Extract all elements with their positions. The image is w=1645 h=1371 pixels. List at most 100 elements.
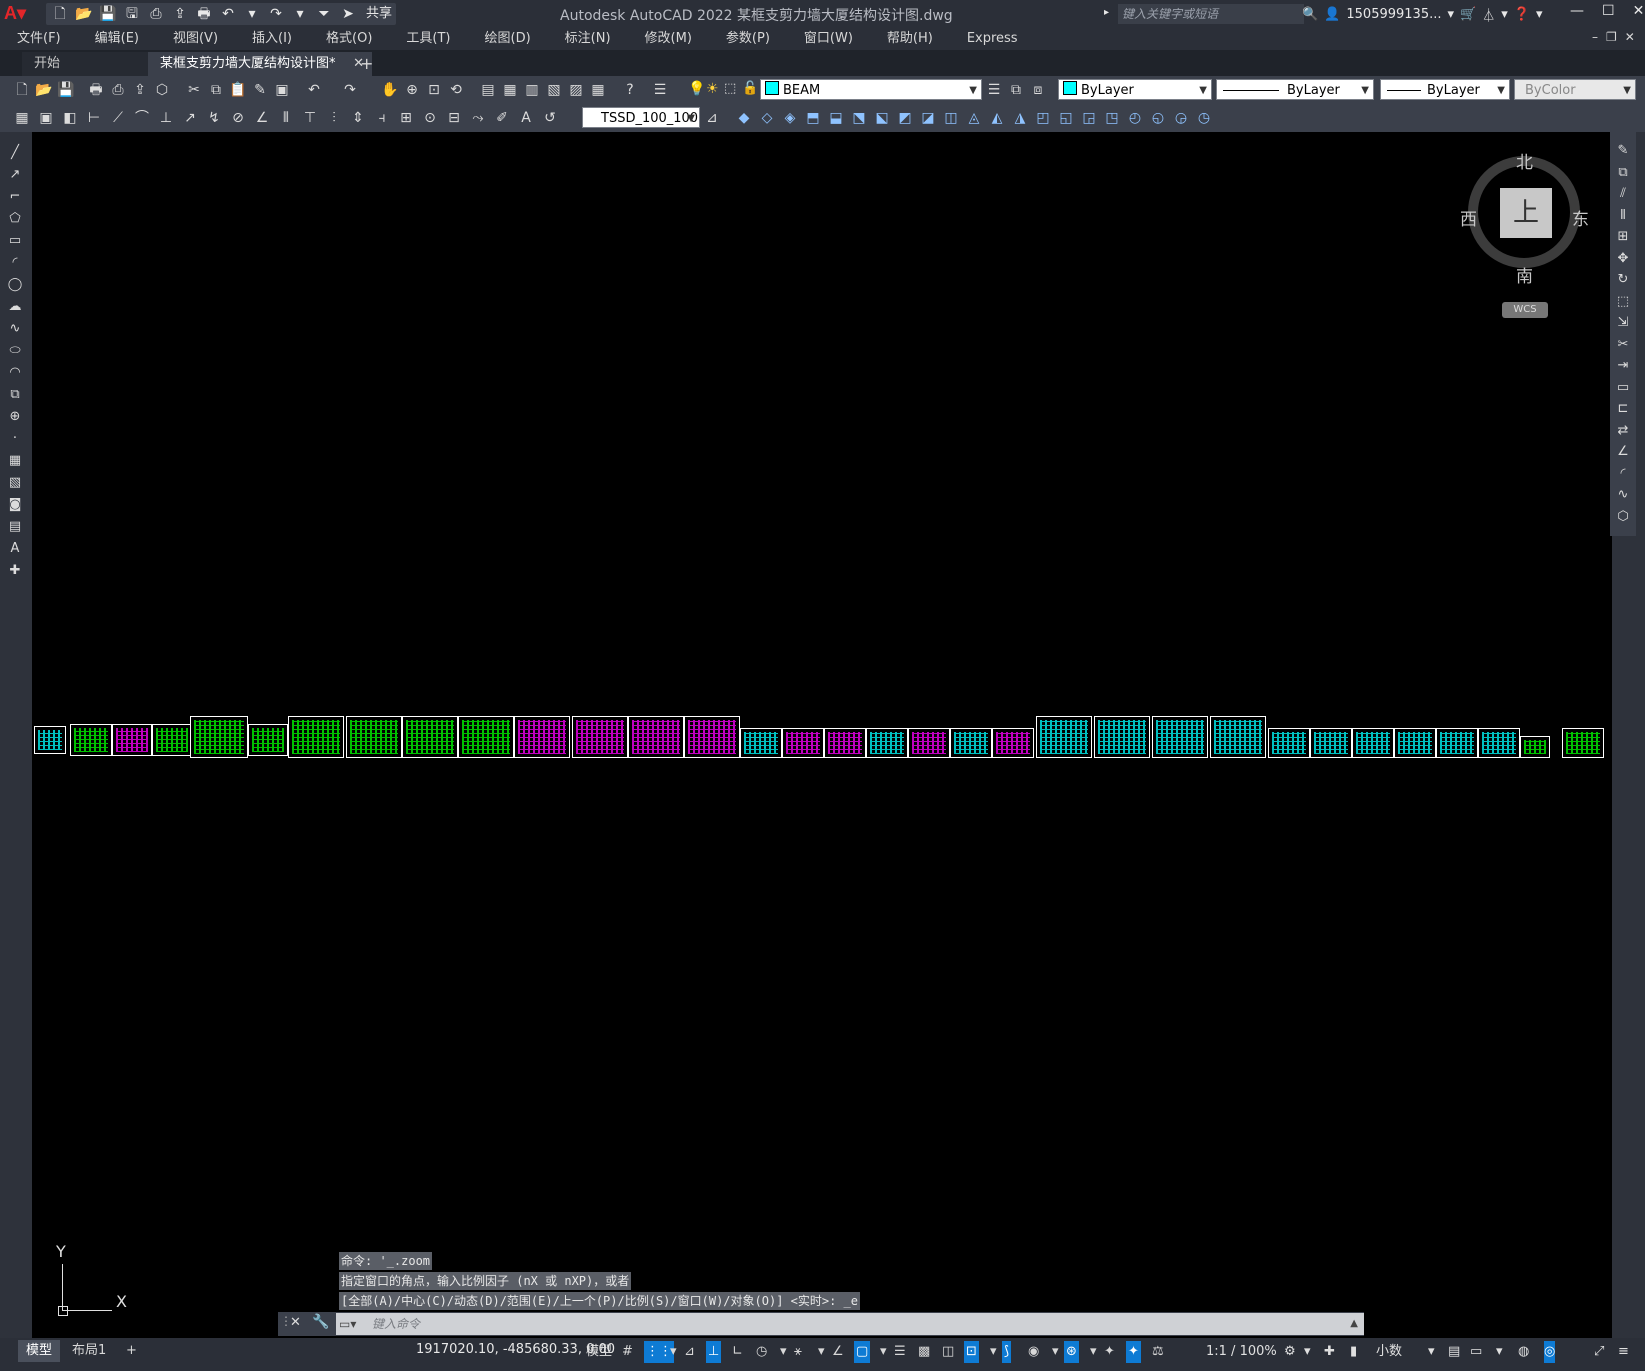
drawing-sheet[interactable]	[1268, 728, 1310, 758]
menu-view[interactable]: 视图(V)	[156, 28, 235, 50]
polygon-icon[interactable]: ⬠	[4, 208, 26, 230]
tolerance-icon[interactable]: ⊞	[396, 108, 416, 128]
layer-on-icon[interactable]: 💡	[688, 81, 705, 97]
block-editor-icon[interactable]: ▣	[272, 80, 292, 100]
drawing-sheet[interactable]	[572, 716, 628, 758]
publish-icon[interactable]: ⇪	[130, 80, 150, 100]
drawing-sheet[interactable]	[866, 728, 908, 758]
tab-start[interactable]: 开始	[22, 52, 166, 76]
fillet-edge-icon[interactable]: ◲	[1079, 108, 1099, 128]
drawing-sheet[interactable]	[1310, 728, 1352, 758]
menu-parametric[interactable]: 参数(P)	[709, 28, 787, 50]
move-icon[interactable]: ✥	[1612, 248, 1634, 270]
layout-tab-layout1[interactable]: 布局1	[64, 1340, 114, 1362]
drawing-sheet[interactable]	[950, 728, 992, 758]
drawing-sheet[interactable]	[1152, 716, 1208, 758]
lineweight-dropdown[interactable]: ByLayer ▼	[1380, 79, 1510, 100]
menu-draw[interactable]: 绘图(D)	[468, 28, 548, 50]
explode-icon[interactable]: ⬡	[1612, 506, 1634, 528]
new-file-icon[interactable]: 🗋	[50, 3, 70, 25]
menu-tools[interactable]: 工具(T)	[389, 28, 467, 50]
open-web-icon[interactable]: ⇪	[170, 3, 190, 25]
infer-constraints[interactable]: ⊿	[682, 1341, 697, 1363]
table-icon[interactable]: ▤	[4, 516, 26, 538]
extrude-icon[interactable]: ⬒	[803, 108, 823, 128]
array-icon[interactable]: ⊞	[1612, 226, 1634, 248]
menu-help[interactable]: 帮助(H)	[870, 28, 950, 50]
drawing-sheet[interactable]	[190, 716, 248, 758]
open-file-icon[interactable]: 📂	[74, 3, 94, 25]
command-customize-icon[interactable]: 🔧	[312, 1314, 329, 1330]
isolate-objects-icon[interactable]: ✚	[1324, 1341, 1335, 1363]
cut-icon[interactable]: ✂	[184, 80, 204, 100]
dim-update-icon[interactable]: ↺	[540, 108, 560, 128]
menu-window[interactable]: 窗口(W)	[787, 28, 870, 50]
new-tab-icon[interactable]: +	[360, 52, 373, 76]
compass-south[interactable]: 南	[1516, 262, 1533, 287]
units-selector[interactable]: 小数	[1376, 1341, 1402, 1363]
menu-express[interactable]: Express	[950, 28, 1035, 50]
auto-scale[interactable]: ✦	[1126, 1341, 1141, 1363]
color-dropdown[interactable]: ByLayer ▼	[1058, 79, 1212, 100]
autocad-logo-icon[interactable]: A▾	[4, 3, 34, 25]
taper-icon[interactable]: ◵	[1148, 108, 1168, 128]
markup-icon[interactable]: ▨	[566, 80, 586, 100]
solid-union-icon[interactable]: ◆	[734, 108, 754, 128]
command-history-toggle-icon[interactable]: ▲	[1350, 1313, 1358, 1335]
plot-icon[interactable]: 🖶	[194, 3, 214, 25]
drawing-sheet[interactable]	[1036, 716, 1092, 758]
user-icon[interactable]: 👤	[1324, 7, 1340, 22]
maximize-icon[interactable]: ☐	[1602, 3, 1615, 19]
mirror-icon[interactable]: ⫽	[1612, 183, 1634, 205]
clean-screen-icon[interactable]: ▤	[1448, 1341, 1460, 1363]
arc-icon[interactable]: ◜	[4, 252, 26, 274]
construction-line-icon[interactable]: ↗	[4, 164, 26, 186]
web-save-icon[interactable]: ⎙	[146, 3, 166, 25]
draw-order-icon[interactable]: ▦	[12, 108, 32, 128]
app-dropdown-icon[interactable]: ▾	[1501, 7, 1508, 22]
hatch-icon[interactable]: ▦	[4, 450, 26, 472]
arc-length-icon[interactable]: ⌒	[132, 108, 152, 128]
space-toggle[interactable]: 模型	[586, 1341, 612, 1363]
drawing-sheet[interactable]	[34, 726, 66, 754]
polar-dropdown[interactable]: ▾	[778, 1341, 789, 1363]
command-prompt-icon[interactable]: ▭▾	[339, 1313, 356, 1335]
drawing-sheet[interactable]	[992, 728, 1034, 758]
close-window-icon[interactable]: ✕	[1633, 3, 1645, 19]
open-icon[interactable]: 📂	[34, 80, 54, 100]
jogged-linear-icon[interactable]: ⤳	[468, 108, 488, 128]
compass-west[interactable]: 西	[1460, 205, 1477, 230]
annotation-scale-icon[interactable]: ⚖	[1150, 1341, 1166, 1363]
drawing-sheet[interactable]	[402, 716, 458, 758]
layer-current-icon[interactable]: ⧉	[1006, 80, 1026, 100]
solid-intersect-icon[interactable]: ◈	[780, 108, 800, 128]
search-expand-icon[interactable]: ▸	[1104, 7, 1109, 18]
drawing-sheet[interactable]	[112, 724, 152, 756]
paste-icon[interactable]: 📋	[228, 80, 248, 100]
drawing-sheet[interactable]	[908, 728, 950, 758]
3dprint-icon[interactable]: ⬡	[152, 80, 172, 100]
drawing-sheet[interactable]	[1520, 736, 1550, 758]
drawing-sheet[interactable]	[514, 716, 570, 758]
pan-icon[interactable]: ✋	[380, 80, 400, 100]
match-prop-icon[interactable]: ✎	[250, 80, 270, 100]
annotation-monitor-icon[interactable]: ▾	[1496, 1341, 1503, 1363]
drawing-sheet[interactable]	[1436, 728, 1478, 758]
save-icon[interactable]: 💾	[98, 3, 118, 25]
continue-icon[interactable]: ⫶	[324, 108, 344, 128]
stretch-icon[interactable]: ⇲	[1612, 312, 1634, 334]
tool-palettes-icon[interactable]: ▥	[522, 80, 542, 100]
radius-icon[interactable]: ↗	[180, 108, 200, 128]
snap-dropdown[interactable]: ▾	[668, 1341, 679, 1363]
break-icon[interactable]: ⊏	[1612, 398, 1634, 420]
plot-preview-icon[interactable]: ⎙	[108, 80, 128, 100]
angular-icon[interactable]: ∠	[252, 108, 272, 128]
menu-edit[interactable]: 编辑(E)	[78, 28, 156, 50]
polar[interactable]: ◷	[754, 1341, 769, 1363]
revolve-icon[interactable]: ⬕	[872, 108, 892, 128]
minimize-icon[interactable]: —	[1570, 3, 1584, 19]
wcs-menu-button[interactable]: WCS	[1502, 302, 1548, 318]
doc-minimize-icon[interactable]: –	[1592, 30, 1598, 44]
solid-subtract-icon[interactable]: ◇	[757, 108, 777, 128]
user-account[interactable]: 1505999135...	[1346, 7, 1441, 22]
